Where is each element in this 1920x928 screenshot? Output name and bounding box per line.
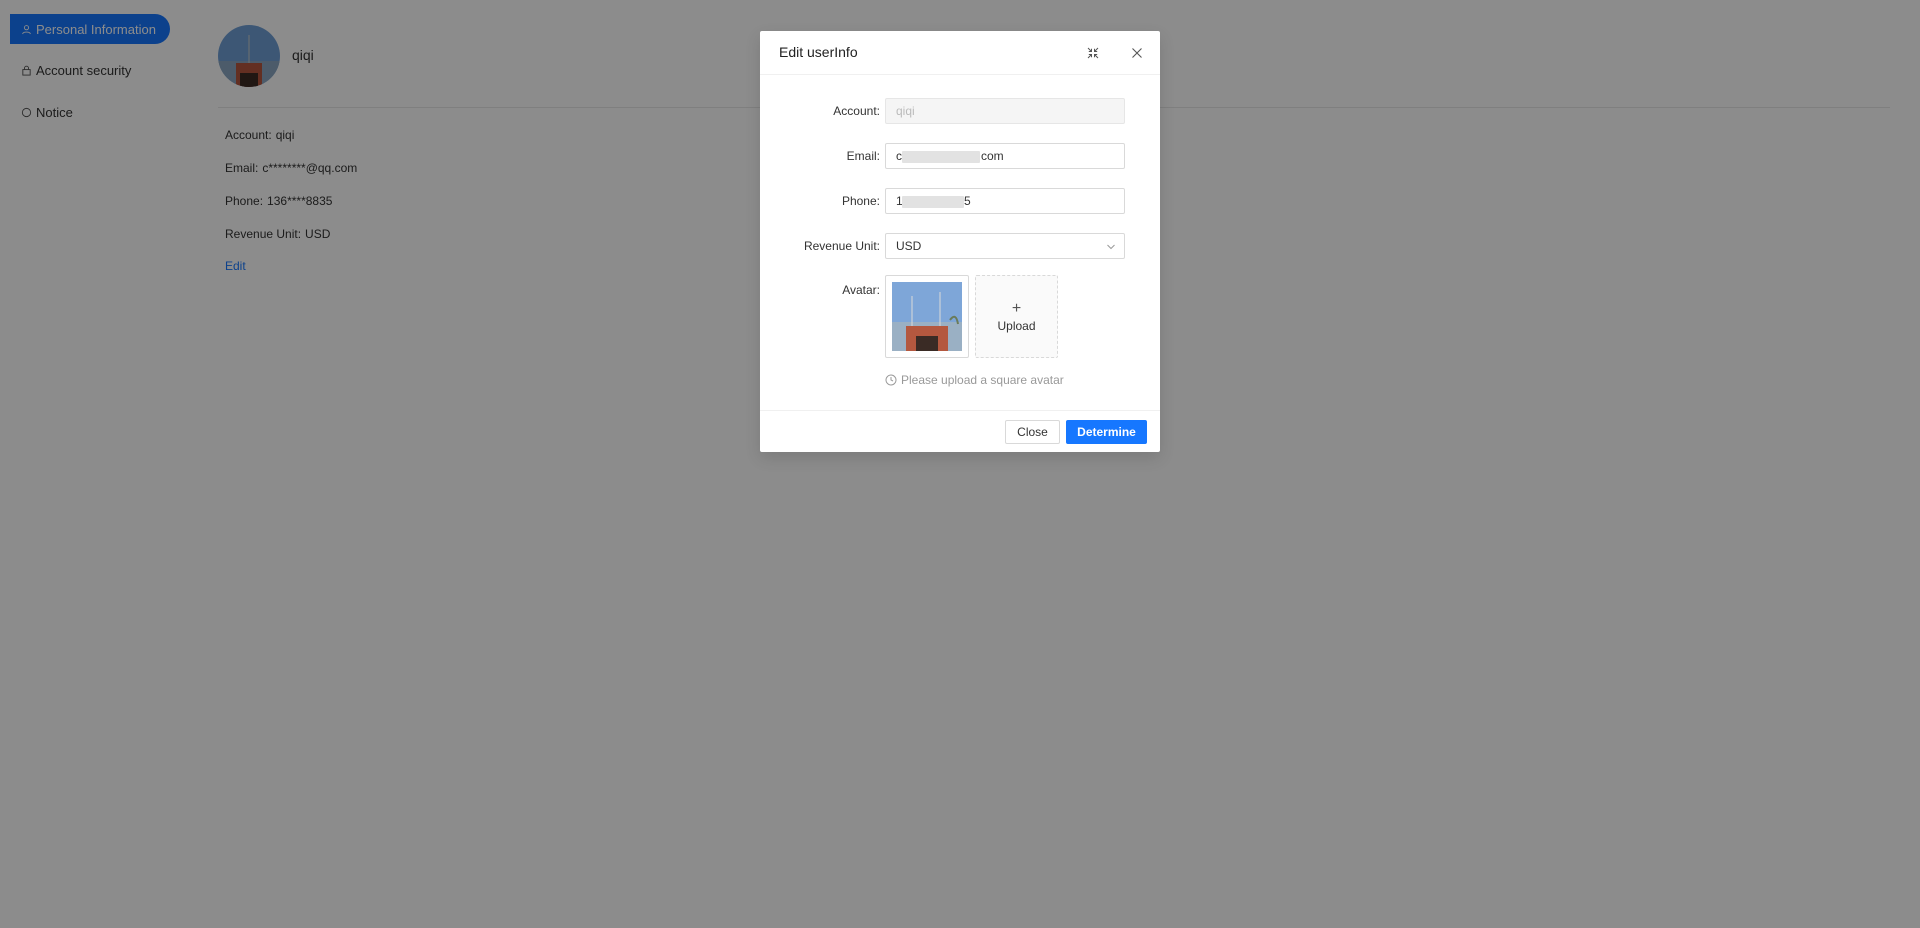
clock-icon xyxy=(885,374,897,386)
revenue-unit-select[interactable]: USD xyxy=(885,233,1125,259)
modal-header: Edit userInfo xyxy=(760,31,1160,75)
avatar-label: Avatar: xyxy=(842,283,880,297)
email-value-end: com xyxy=(981,149,1004,163)
account-input xyxy=(885,98,1125,124)
phone-input[interactable]: 1 5 xyxy=(885,188,1125,214)
collapse-icon xyxy=(1087,47,1099,59)
avatar-preview[interactable] xyxy=(885,275,969,358)
email-row: Email: c com xyxy=(760,143,1160,169)
edit-userinfo-modal: Edit userInfo Account: Email: c com Phon… xyxy=(760,31,1160,452)
redacted-email xyxy=(902,151,980,163)
email-label: Email: xyxy=(846,149,880,163)
modal-footer: Close Determine xyxy=(760,410,1160,452)
revenue-unit-value: USD xyxy=(896,239,922,253)
determine-button[interactable]: Determine xyxy=(1066,420,1147,444)
avatar-row: Avatar: + Upload xyxy=(760,275,1160,365)
account-row: Account: xyxy=(760,98,1160,124)
upload-button[interactable]: + Upload xyxy=(975,275,1058,358)
minimize-button[interactable] xyxy=(1084,44,1102,62)
chevron-down-icon xyxy=(1107,244,1115,250)
close-button[interactable]: Close xyxy=(1005,420,1060,444)
email-input[interactable]: c com xyxy=(885,143,1125,169)
revenue-unit-row: Revenue Unit: USD xyxy=(760,233,1160,259)
avatar-image xyxy=(892,282,962,351)
plus-icon: + xyxy=(1011,299,1022,317)
avatar-hint-text: Please upload a square avatar xyxy=(901,373,1064,387)
avatar-hint: Please upload a square avatar xyxy=(885,373,1064,387)
redacted-phone xyxy=(902,196,964,208)
close-modal-button[interactable] xyxy=(1128,44,1146,62)
revenue-unit-label: Revenue Unit: xyxy=(803,239,880,253)
phone-value-end: 5 xyxy=(964,194,971,208)
close-icon xyxy=(1132,48,1142,58)
account-label: Account: xyxy=(833,104,880,118)
phone-row: Phone: 1 5 xyxy=(760,188,1160,214)
phone-label: Phone: xyxy=(841,194,880,208)
upload-label: Upload xyxy=(997,318,1036,333)
modal-title: Edit userInfo xyxy=(779,44,858,60)
